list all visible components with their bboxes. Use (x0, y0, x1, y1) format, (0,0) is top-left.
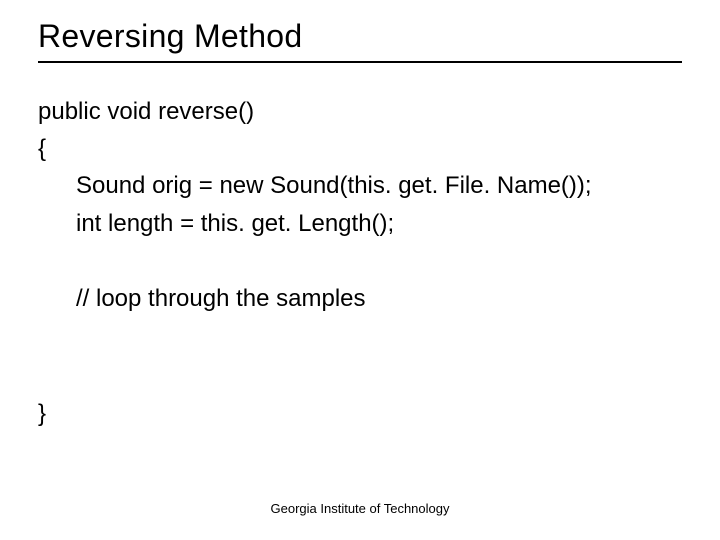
code-line-open-brace: { (38, 130, 682, 167)
slide-container: Reversing Method public void reverse() {… (0, 0, 720, 540)
code-line-signature: public void reverse() (38, 93, 682, 130)
footer-attribution: Georgia Institute of Technology (0, 501, 720, 516)
blank-spacer-2 (38, 317, 682, 395)
slide-title: Reversing Method (38, 18, 682, 63)
code-line-close-brace: } (38, 395, 682, 432)
code-line-length: int length = this. get. Length(); (38, 205, 682, 242)
code-line-orig: Sound orig = new Sound(this. get. File. … (38, 167, 682, 204)
code-block: public void reverse() { Sound orig = new… (38, 93, 682, 432)
blank-spacer-1 (38, 242, 682, 280)
code-line-comment: // loop through the samples (38, 280, 682, 317)
